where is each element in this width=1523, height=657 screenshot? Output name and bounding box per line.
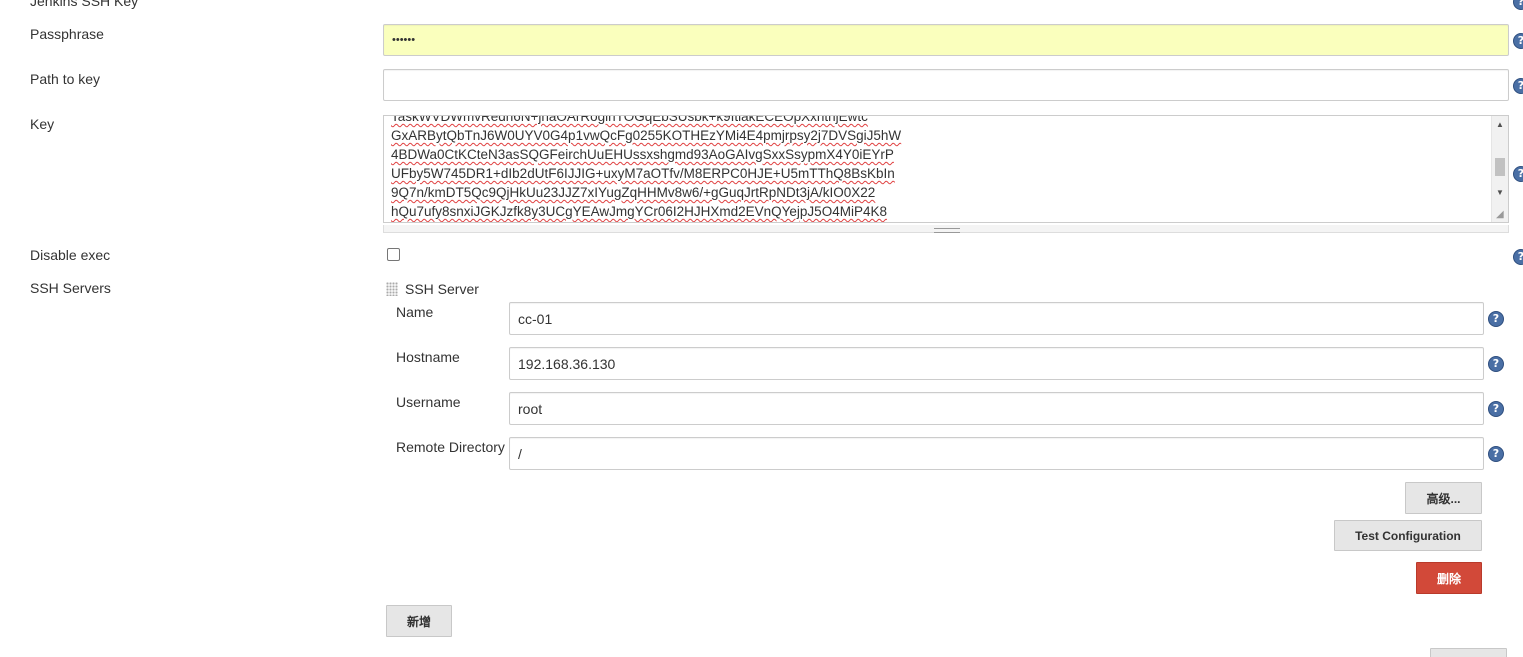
key-scrollbar[interactable]: ▲ ▼ [1491, 116, 1508, 222]
key-line: GxARBytQbTnJ6W0UYV0G4p1vwQcFg0255KOTHEzY… [391, 128, 902, 143]
key-text: TaskWVDWmvRedn6N+jhaOArRoginTOGqEbSUsbk+… [391, 115, 902, 221]
hostname-input[interactable]: 192.168.36.130 [509, 347, 1484, 380]
ssh-server-section-title: SSH Server [405, 281, 479, 297]
passphrase-input[interactable]: •••••• [383, 24, 1509, 56]
server-name-label: Name [396, 304, 434, 320]
remote-directory-label: Remote Directory [396, 439, 505, 455]
username-value: root [518, 400, 543, 417]
delete-button[interactable]: 删除 [1416, 562, 1482, 594]
path-to-key-label: Path to key [30, 71, 101, 87]
disable-exec-help-icon[interactable]: ? [1513, 249, 1523, 265]
remote-directory-help-icon[interactable]: ? [1488, 446, 1504, 462]
disable-exec-checkbox[interactable] [387, 248, 400, 261]
username-help-icon[interactable]: ? [1488, 401, 1504, 417]
path-to-key-help-icon[interactable]: ? [1513, 78, 1523, 94]
server-name-value: cc-01 [518, 310, 553, 327]
ssh-config-page: Jenkins SSH Key ? Passphrase •••••• ? Pa… [0, 0, 1523, 657]
passphrase-label: Passphrase [30, 26, 104, 42]
passphrase-value: •••••• [392, 34, 416, 46]
remote-directory-value: / [518, 445, 522, 462]
hostname-help-icon[interactable]: ? [1488, 356, 1504, 372]
advanced-button[interactable]: 高级... [1405, 482, 1482, 514]
hostname-label: Hostname [396, 349, 460, 365]
key-line: hQu7ufy8snxiJGKJzfk8y3UCgYEAwJmgYCr06I2H… [391, 204, 887, 219]
scroll-down-icon[interactable]: ▼ [1492, 186, 1508, 200]
scroll-up-icon[interactable]: ▲ [1492, 118, 1508, 132]
key-textarea[interactable]: TaskWVDWmvRedn6N+jhaOArRoginTOGqEbSUsbk+… [383, 115, 1509, 223]
test-configuration-button[interactable]: Test Configuration [1334, 520, 1482, 551]
username-input[interactable]: root [509, 392, 1484, 425]
hostname-value: 192.168.36.130 [518, 355, 616, 372]
disable-exec-label: Disable exec [30, 247, 111, 263]
key-help-icon[interactable]: ? [1513, 166, 1523, 182]
passphrase-help-icon[interactable]: ? [1513, 33, 1523, 49]
ssh-servers-label: SSH Servers [30, 280, 111, 296]
advanced-button-partial[interactable] [1430, 648, 1507, 657]
username-label: Username [396, 394, 461, 410]
add-button[interactable]: 新增 [386, 605, 452, 637]
key-line: 4BDWa0CtKCteN3asSQGFeirchUuEHUssxshgmd93… [391, 147, 894, 162]
server-name-help-icon[interactable]: ? [1488, 311, 1504, 327]
resize-grip-icon[interactable]: ◢ [1496, 210, 1506, 220]
key-line: TaskWVDWmvRedn6N+jhaOArRoginTOGqEbSUsbk+… [391, 115, 868, 124]
key-line: 9Q7n/kmDT5Qc9QjHkUu23JJZ7xIYugZqHHMv8w6/… [391, 185, 876, 200]
key-line: UFby5W745DR1+dIb2dUtF6IJJIG+uxyM7aOTfv/M… [391, 166, 895, 181]
key-label: Key [30, 116, 55, 132]
jenkins-ssh-key-label: Jenkins SSH Key [30, 0, 139, 9]
scroll-thumb[interactable] [1495, 158, 1505, 176]
remote-directory-input[interactable]: / [509, 437, 1484, 470]
server-name-input[interactable]: cc-01 [509, 302, 1484, 335]
path-to-key-input[interactable] [383, 69, 1509, 101]
drag-handle-icon[interactable] [386, 282, 398, 296]
textarea-drag-bar[interactable] [383, 225, 1509, 233]
help-icon[interactable]: ? [1513, 0, 1523, 10]
drag-grip-icon [934, 228, 960, 233]
